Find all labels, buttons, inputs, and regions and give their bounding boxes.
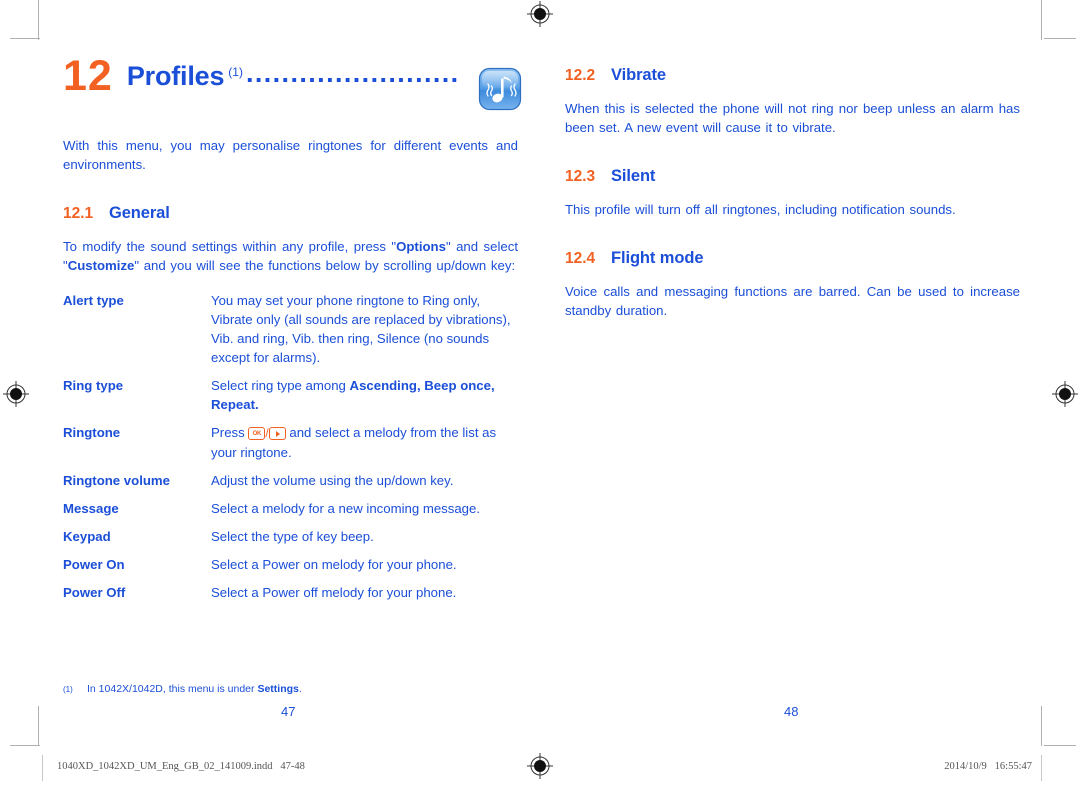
right-page-column: 12.2 Vibrate When this is selected the p…: [565, 52, 1020, 320]
crop-mark-top-right-vertical: [1041, 0, 1042, 40]
left-page-column: 12 Profiles (1) ........................: [63, 52, 522, 611]
section-heading-silent: 12.3 Silent: [565, 167, 1020, 186]
silent-paragraph: This profile will turn off all ringtones…: [565, 202, 956, 217]
ring-type-text-pre: Select ring type among: [211, 378, 350, 393]
setting-desc-ringtone-volume: Adjust the volume using the up/down key.: [211, 473, 454, 488]
chapter-heading: 12 Profiles (1) ........................: [63, 52, 522, 114]
page-title: Profiles: [126, 61, 225, 91]
footnote-text-post: .: [298, 683, 302, 695]
print-footer: 1040XD_1042XD_UM_Eng_GB_02_141009.indd 4…: [0, 753, 1080, 781]
setting-desc-ring-type: Select ring type among Ascending, Beep o…: [211, 376, 518, 414]
footnote: (1) In 1042X/1042D, this menu is under S…: [63, 682, 523, 697]
options-keyword: Options: [396, 239, 446, 254]
footer-timestamp: 2014/10/9 16:55:47: [944, 761, 1032, 772]
ok-key-label: OK: [252, 430, 262, 437]
crop-mark-top-right-horizontal: [1044, 38, 1076, 39]
setting-term-power-off: Power Off: [63, 585, 126, 600]
right-arrow-key-icon: [268, 427, 286, 440]
section-heading-general: 12.1 General: [63, 204, 518, 223]
setting-desc-message: Select a melody for a new incoming messa…: [211, 501, 481, 516]
general-text-part-1: To modify the sound settings within any …: [63, 239, 397, 254]
section-number: 12.2: [565, 67, 596, 84]
setting-term-alert-type: Alert type: [63, 293, 124, 308]
table-row: Ringtone volume Adjust the volume using …: [63, 471, 518, 490]
chapter-footnote-ref: (1): [228, 65, 243, 79]
customize-keyword: Customize: [67, 258, 135, 273]
crop-mark-bottom-right-horizontal: [1044, 745, 1076, 746]
table-row: Alert type You may set your phone ringto…: [63, 291, 518, 367]
section-heading-vibrate: 12.2 Vibrate: [565, 66, 1020, 85]
section-number: 12.1: [63, 205, 94, 222]
setting-term-ringtone: Ringtone: [63, 425, 121, 440]
chapter-title-row: Profiles (1) ........................: [127, 52, 518, 105]
chapter-number: 12: [63, 52, 113, 100]
profiles-music-note-icon: [478, 67, 522, 111]
crop-mark-bottom-left-vertical: [38, 706, 39, 746]
setting-term-power-on: Power On: [63, 557, 125, 572]
page-number-right: 48: [784, 704, 799, 719]
setting-term-ring-type: Ring type: [63, 378, 124, 393]
footnote-text-pre: In 1042X/1042D, this menu is under: [87, 683, 258, 695]
setting-desc-ringtone: Press OK / and select a melody from the l…: [211, 423, 518, 462]
setting-term-ringtone-volume: Ringtone volume: [63, 473, 170, 488]
table-row: Keypad Select the type of key beep.: [63, 527, 518, 546]
footnote-mark: (1): [63, 685, 73, 694]
crop-mark-top-left-horizontal: [10, 38, 40, 39]
section-title: Vibrate: [611, 66, 666, 84]
crop-mark-bottom-right-vertical: [1041, 706, 1042, 746]
section-number: 12.3: [565, 168, 596, 185]
table-row: Power Off Select a Power off melody for …: [63, 583, 518, 602]
setting-term-message: Message: [63, 501, 119, 516]
printed-page-spread: 12 Profiles (1) ........................: [0, 0, 1080, 789]
vibrate-paragraph: When this is selected the phone will not…: [565, 101, 1020, 135]
table-row: Ring type Select ring type among Ascendi…: [63, 376, 518, 414]
table-row: Message Select a melody for a new incomi…: [63, 499, 518, 518]
table-row: Power On Select a Power on melody for yo…: [63, 555, 518, 574]
ok-key-icon: OK: [248, 427, 266, 440]
section-heading-flight-mode: 12.4 Flight mode: [565, 249, 1020, 268]
ringtone-text-pre: Press: [211, 425, 249, 440]
flight-mode-paragraph: Voice calls and messaging functions are …: [565, 284, 1020, 318]
section-title: General: [109, 204, 170, 222]
footer-divider-left: [42, 755, 43, 781]
registration-target-mark-right: [1052, 381, 1078, 407]
registration-target-mark-top: [527, 1, 553, 27]
table-row: Ringtone Press OK / and select a melody f…: [63, 423, 518, 462]
footnote-text: In 1042X/1042D, this menu is under Setti…: [87, 682, 302, 697]
setting-desc-alert-type: You may set your phone ringtone to Ring …: [211, 293, 511, 365]
crop-mark-bottom-left-horizontal: [10, 745, 40, 746]
setting-desc-power-off: Select a Power off melody for your phone…: [211, 585, 457, 600]
page-number-left: 47: [281, 704, 296, 719]
setting-desc-power-on: Select a Power on melody for your phone.: [211, 557, 457, 572]
setting-term-keypad: Keypad: [63, 529, 111, 544]
settings-definition-table: Alert type You may set your phone ringto…: [63, 291, 518, 602]
general-intro-paragraph: To modify the sound settings within any …: [63, 237, 518, 275]
crop-mark-top-left-vertical: [38, 0, 39, 40]
footer-filename: 1040XD_1042XD_UM_Eng_GB_02_141009.indd 4…: [57, 761, 305, 772]
registration-target-mark-left: [3, 381, 29, 407]
registration-target-mark-footer: [527, 753, 553, 782]
section-number: 12.4: [565, 250, 596, 267]
section-title: Silent: [611, 167, 656, 185]
chapter-intro-paragraph: With this menu, you may personalise ring…: [63, 138, 518, 172]
footnote-settings-keyword: Settings: [257, 683, 299, 695]
footer-divider-right: [1041, 755, 1042, 781]
section-title: Flight mode: [611, 249, 704, 267]
general-text-part-3: " and you will see the functions below b…: [134, 258, 516, 273]
setting-desc-keypad: Select the type of key beep.: [211, 529, 374, 544]
